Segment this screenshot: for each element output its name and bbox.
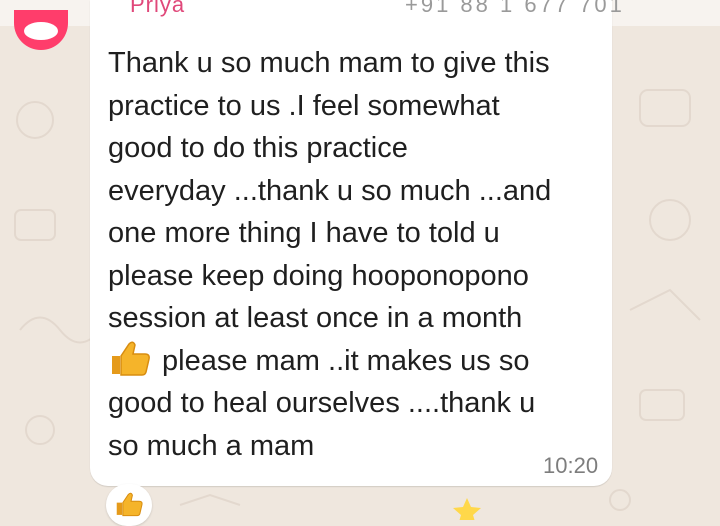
message-timestamp: 10:20 bbox=[543, 453, 599, 478]
avatar-face-icon bbox=[24, 22, 58, 40]
message-line: please keep doing hooponopono bbox=[108, 259, 529, 292]
message-line: good to do this practice bbox=[108, 132, 408, 164]
message-line: so much a mam bbox=[108, 429, 315, 462]
message-line: practice to us .I feel somewhat bbox=[108, 89, 500, 122]
message-line: session at least once in a month bbox=[108, 302, 523, 334]
message-line-with-emoji: please mam ..it makes us so bbox=[108, 340, 608, 383]
thumbs-up-icon bbox=[112, 341, 150, 376]
star-sticker-icon bbox=[453, 498, 481, 520]
message-line: Thank u so much mam to give this bbox=[108, 47, 550, 79]
message-line: one more thing I have to told u bbox=[108, 217, 500, 249]
message-line-text: please mam ..it makes us so bbox=[162, 344, 530, 377]
thumbs-up-icon bbox=[116, 492, 143, 517]
sender-name[interactable]: Priya bbox=[130, 0, 185, 18]
message-line: everyday ...thank u so much ...and bbox=[108, 174, 552, 207]
sender-phone: +91 88 1 677 701 bbox=[405, 0, 625, 17]
message-line: good to heal ourselves ....thank u bbox=[108, 387, 536, 419]
message-text: Thank u so much mam to give this practic… bbox=[108, 42, 608, 467]
